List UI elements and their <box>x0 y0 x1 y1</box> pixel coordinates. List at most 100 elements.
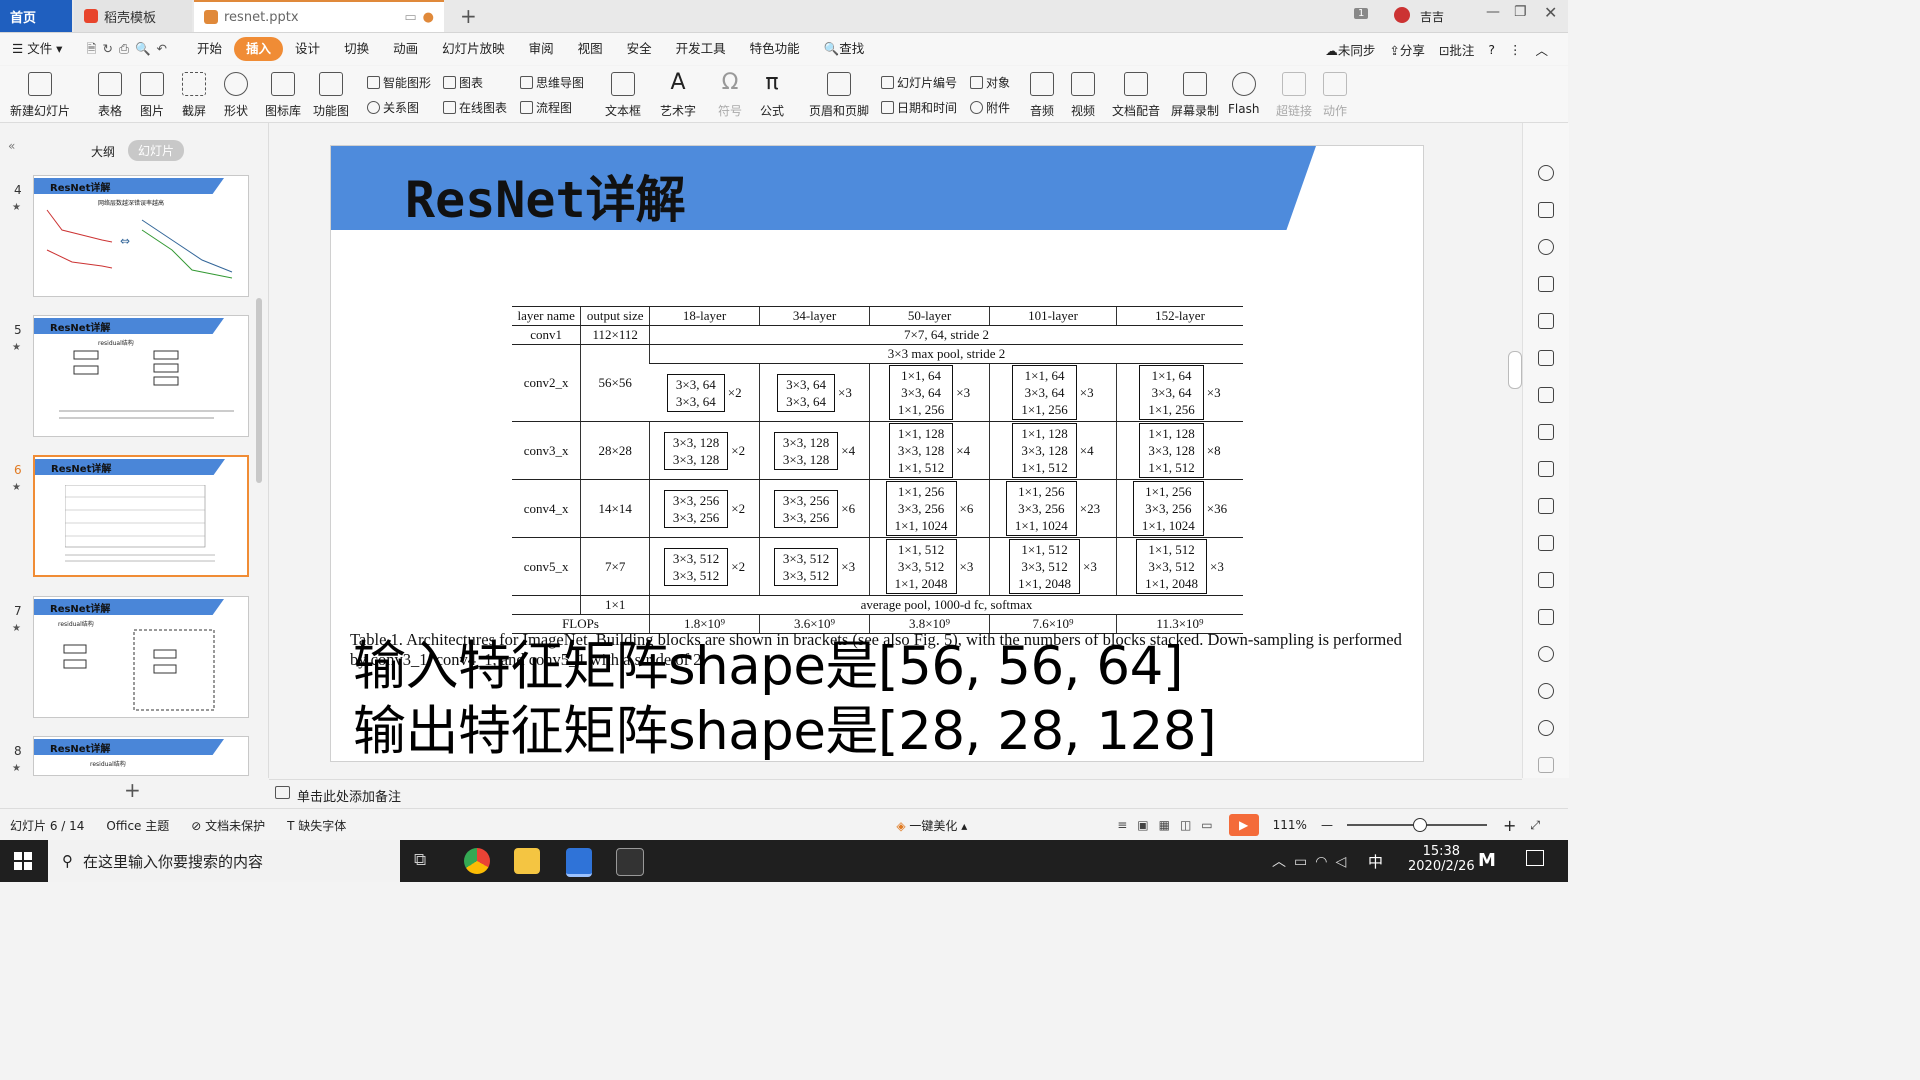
function-chart-button[interactable]: 功能图 <box>313 70 349 119</box>
menu-tab-2[interactable]: 设计 <box>283 37 332 61</box>
cube-icon[interactable] <box>1538 757 1554 773</box>
flowchart-button[interactable]: 流程图 <box>520 99 572 116</box>
close-button[interactable]: ✕ <box>1544 3 1557 22</box>
file-tab[interactable]: resnet.pptx ▭ ● <box>194 0 444 32</box>
slide-thumbnail-4[interactable]: ResNet详解 网络层数越深错误率越高 ⇔ <box>33 175 249 297</box>
symbol-button[interactable]: Ω 符号 <box>718 70 742 119</box>
wps-icon[interactable] <box>566 848 592 877</box>
hyperlink-button[interactable]: 超链接 <box>1276 70 1312 119</box>
collapse-panel-icon[interactable]: « <box>8 139 15 153</box>
comment-button[interactable]: ⊡批注 <box>1439 40 1475 59</box>
date-time-button[interactable]: 日期和时间 <box>881 99 957 116</box>
document-protection[interactable]: ⊘ 文档未保护 <box>191 817 265 834</box>
avatar[interactable] <box>1394 7 1410 23</box>
theme-name[interactable]: Office 主题 <box>106 817 169 834</box>
clock[interactable]: 15:38 2020/2/26 <box>1408 844 1475 874</box>
collapse-ribbon-icon[interactable]: ︿ <box>1535 40 1548 59</box>
mind-map-button[interactable]: 思维导图 <box>520 74 584 91</box>
chrome-icon[interactable] <box>464 848 490 874</box>
bar-chart-icon[interactable] <box>1538 387 1554 403</box>
shape-button[interactable]: 形状 <box>224 70 248 119</box>
menu-tab-3[interactable]: 切换 <box>332 37 381 61</box>
export-icon[interactable] <box>1538 498 1554 514</box>
share-button[interactable]: ⇪分享 <box>1389 40 1425 59</box>
taskbar-search[interactable]: ⚲ 在这里输入你要搜索的内容 <box>48 840 400 882</box>
zoom-out-button[interactable]: — <box>1321 818 1333 832</box>
speaker-icon[interactable] <box>1538 609 1554 625</box>
layers-icon[interactable] <box>1538 202 1554 218</box>
user-name[interactable]: 吉吉 <box>1420 8 1444 25</box>
doc-voice-button[interactable]: 文档配音 <box>1112 70 1160 119</box>
history-icon[interactable] <box>1538 683 1554 699</box>
home-tab[interactable]: 首页 <box>0 0 72 32</box>
table-button[interactable]: 表格 <box>98 70 122 119</box>
location-icon[interactable] <box>1538 239 1554 255</box>
icon-library-button[interactable]: 图标库 <box>265 70 301 119</box>
notes-bar[interactable]: 单击此处添加备注 <box>269 779 1522 808</box>
menu-tab-10[interactable]: 特色功能 <box>738 37 812 61</box>
sliders-icon[interactable] <box>1538 424 1554 440</box>
slides-tab[interactable]: 幻灯片 <box>128 140 185 161</box>
menu-tab-6[interactable]: 审阅 <box>517 37 566 61</box>
notification-icon[interactable] <box>1526 850 1544 866</box>
audio-button[interactable]: 音频 <box>1030 70 1054 119</box>
new-tab-button[interactable]: + <box>460 4 477 28</box>
slide-thumbnail-7[interactable]: ResNet详解 residual结构 <box>33 596 249 718</box>
new-slide-button[interactable]: 新建幻灯片 <box>10 70 70 119</box>
zoom-in-button[interactable]: + <box>1503 816 1516 835</box>
wordart-button[interactable]: A 艺术字 <box>660 70 696 119</box>
menu-tab-1[interactable]: 插入 <box>234 37 284 61</box>
screen-record-button[interactable]: 屏幕录制 <box>1171 70 1219 119</box>
screenshot-button[interactable]: 截屏 <box>182 70 206 119</box>
picture-button[interactable]: 图片 <box>140 70 164 119</box>
window-count-badge[interactable]: 1 <box>1354 8 1369 19</box>
zoom-slider[interactable] <box>1346 818 1487 832</box>
slide-thumbnail-5[interactable]: ResNet详解 residual结构 <box>33 315 249 437</box>
video-button[interactable]: 视频 <box>1071 70 1095 119</box>
flash-button[interactable]: Flash <box>1228 70 1259 116</box>
menu-tab-8[interactable]: 安全 <box>615 37 664 61</box>
outline-tab[interactable]: 大纲 <box>91 143 115 160</box>
windows-start-icon[interactable] <box>14 852 32 870</box>
archive-icon[interactable] <box>1538 535 1554 551</box>
more-icon[interactable]: ⋮ <box>1509 42 1522 57</box>
picture-icon[interactable] <box>1538 572 1554 588</box>
table-grid-icon[interactable] <box>1538 313 1554 329</box>
menu-tab-4[interactable]: 动画 <box>381 37 430 61</box>
equation-button[interactable]: π 公式 <box>760 70 784 119</box>
slide-title[interactable]: ResNet详解 <box>405 160 686 232</box>
menu-tab-9[interactable]: 开发工具 <box>664 37 738 61</box>
object-button[interactable]: 对象 <box>970 74 1010 91</box>
help-icon[interactable] <box>1538 720 1554 736</box>
slide-number-button[interactable]: 幻灯片编号 <box>881 74 957 91</box>
shape-style-icon[interactable] <box>1538 276 1554 292</box>
star-icon[interactable] <box>1538 165 1554 181</box>
screen-icon[interactable]: ▭ <box>404 10 416 25</box>
menu-tab-7[interactable]: 视图 <box>566 37 615 61</box>
file-explorer-icon[interactable] <box>514 848 540 874</box>
zoom-slider-handle[interactable] <box>1412 818 1427 832</box>
file-menu[interactable]: ☰ 文件 ▾ <box>0 37 74 61</box>
help-icon[interactable]: ? <box>1488 42 1495 57</box>
textbox-button[interactable]: 文本框 <box>605 70 641 119</box>
system-tray-icons[interactable]: ︿▭◠◁ <box>1272 851 1354 871</box>
attachment-button[interactable]: 附件 <box>970 99 1010 116</box>
apps-grid-icon[interactable] <box>1538 350 1554 366</box>
minimize-button[interactable]: — <box>1486 4 1500 20</box>
restore-button[interactable]: ❐ <box>1514 4 1527 20</box>
notes-placeholder[interactable]: 单击此处添加备注 <box>297 786 401 805</box>
sync-status[interactable]: ☁未同步 <box>1325 40 1375 59</box>
online-chart-button[interactable]: 在线图表 <box>443 99 507 116</box>
view-mode-buttons[interactable]: ≡▣▦◫▭ <box>1117 818 1222 832</box>
slide-canvas[interactable]: ResNet详解 layer name output size 18-layer… <box>330 145 1424 762</box>
smart-art-button[interactable]: 智能图形 <box>367 74 431 91</box>
slide-thumbnail-8[interactable]: ResNet详解 residual结构 <box>33 736 249 776</box>
header-footer-button[interactable]: 页眉和页脚 <box>809 70 869 119</box>
panel-scrollbar[interactable] <box>256 298 262 483</box>
search-command[interactable]: 🔍查找 <box>812 37 877 61</box>
image-icon[interactable] <box>1538 461 1554 477</box>
action-button[interactable]: 动作 <box>1323 70 1347 119</box>
photos-icon[interactable] <box>616 848 644 876</box>
menu-tab-5[interactable]: 幻灯片放映 <box>430 37 517 61</box>
zoom-level[interactable]: 111% <box>1273 818 1307 832</box>
